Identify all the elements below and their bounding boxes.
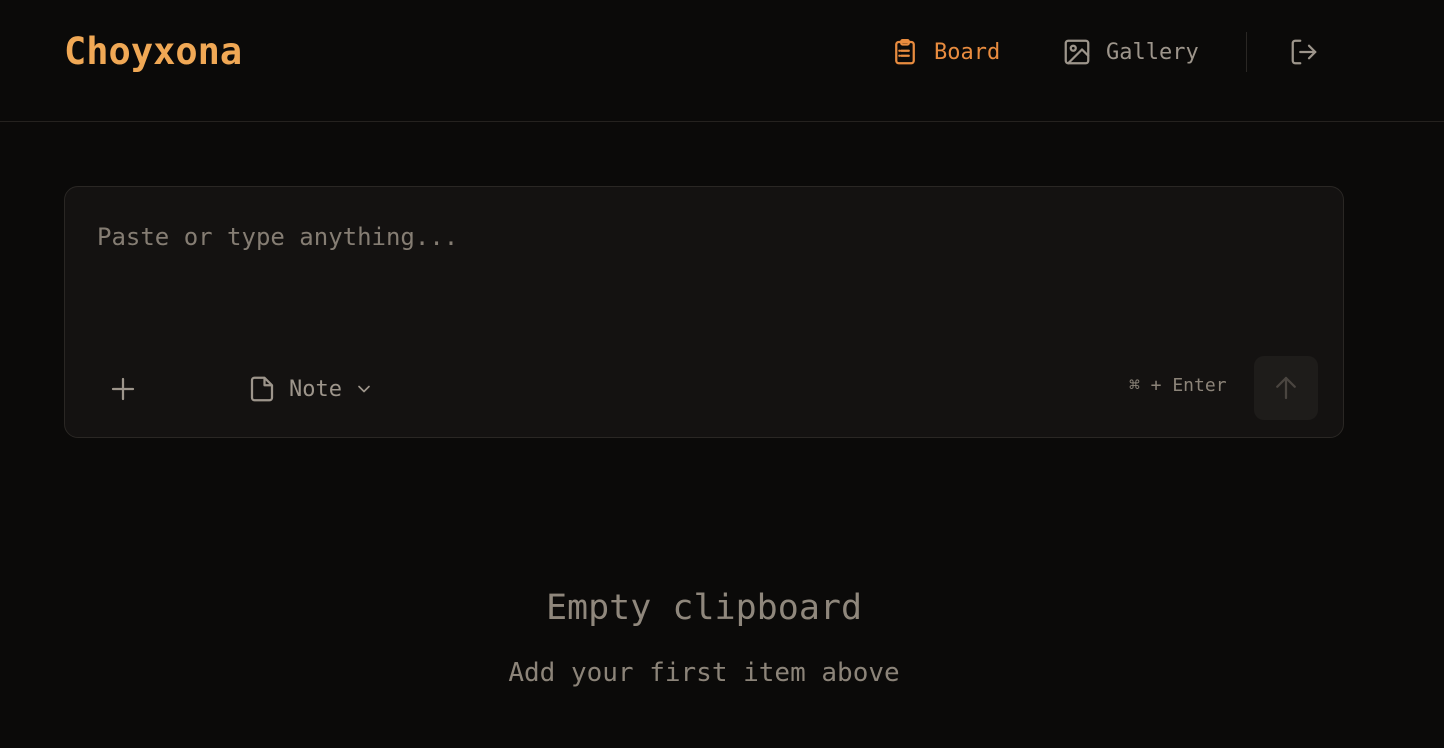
nav-gallery-label: Gallery	[1106, 39, 1199, 65]
nav-gallery[interactable]: Gallery	[1062, 34, 1199, 70]
nav-divider	[1246, 32, 1247, 72]
file-icon	[250, 376, 274, 402]
clipboard-icon	[895, 39, 915, 65]
empty-state-subtitle: Add your first item above	[508, 658, 900, 688]
top-bar: Choyxona Board Gallery	[0, 0, 1444, 122]
chevron-down-icon	[358, 385, 370, 393]
logout-icon	[1291, 39, 1317, 65]
image-icon	[1064, 39, 1090, 65]
nav-board-label: Board	[934, 39, 1001, 65]
logout-button[interactable]	[1286, 34, 1322, 70]
add-attachment-button[interactable]	[103, 369, 143, 409]
app-logo[interactable]: Choyxona	[64, 30, 242, 73]
composer-panel: Note ⌘ + Enter	[64, 186, 1344, 438]
submit-shortcut-hint: ⌘ + Enter	[1129, 375, 1227, 396]
empty-state-title: Empty clipboard	[545, 588, 863, 628]
arrow-up-icon	[1276, 376, 1296, 400]
nav-board[interactable]: Board	[890, 34, 1000, 70]
plus-icon	[111, 377, 135, 401]
item-type-label: Note	[289, 376, 342, 402]
item-type-select[interactable]: Note	[247, 369, 374, 409]
composer-input[interactable]	[97, 223, 1297, 343]
send-button[interactable]	[1254, 356, 1318, 420]
